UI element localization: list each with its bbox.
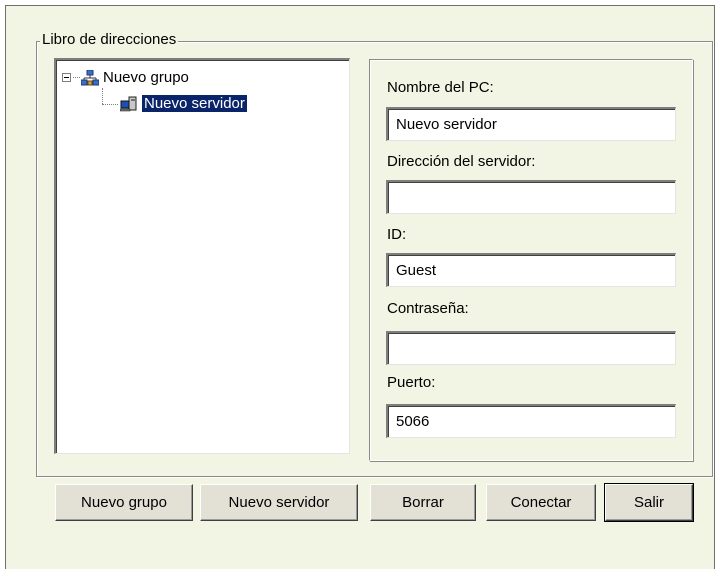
- collapse-icon[interactable]: [62, 73, 71, 82]
- tree-node-server[interactable]: Nuevo servidor: [119, 94, 248, 113]
- exit-button[interactable]: Salir: [604, 483, 694, 522]
- id-field[interactable]: Guest: [386, 253, 676, 287]
- tree-node-server-label: Nuevo servidor: [141, 94, 248, 113]
- pc-name-field[interactable]: Nuevo servidor: [386, 107, 676, 141]
- server-address-label: Dirección del servidor:: [387, 153, 536, 170]
- password-field[interactable]: [386, 331, 676, 365]
- port-label: Puerto:: [387, 374, 436, 391]
- id-label: ID:: [387, 226, 407, 243]
- pc-name-label: Nombre del PC:: [387, 79, 494, 96]
- server-address-field[interactable]: [386, 180, 676, 214]
- network-group-icon: [80, 69, 100, 86]
- address-tree[interactable]: Nuevo grupo Nuevo servidor: [54, 58, 350, 454]
- password-label: Contraseña:: [387, 300, 469, 317]
- new-group-button[interactable]: Nuevo grupo: [55, 484, 193, 521]
- tree-node-group[interactable]: Nuevo grupo: [62, 69, 189, 86]
- tree-node-group-label: Nuevo grupo: [103, 69, 189, 86]
- computer-icon: [119, 96, 138, 112]
- port-field[interactable]: 5066: [386, 404, 676, 438]
- new-server-button[interactable]: Nuevo servidor: [200, 484, 358, 521]
- delete-button[interactable]: Borrar: [370, 484, 476, 521]
- tree-connector-vertical: [102, 88, 103, 104]
- groupbox-title: Libro de direcciones: [40, 31, 179, 49]
- connect-button[interactable]: Conectar: [486, 484, 596, 521]
- tree-connector-horizontal: [102, 104, 118, 105]
